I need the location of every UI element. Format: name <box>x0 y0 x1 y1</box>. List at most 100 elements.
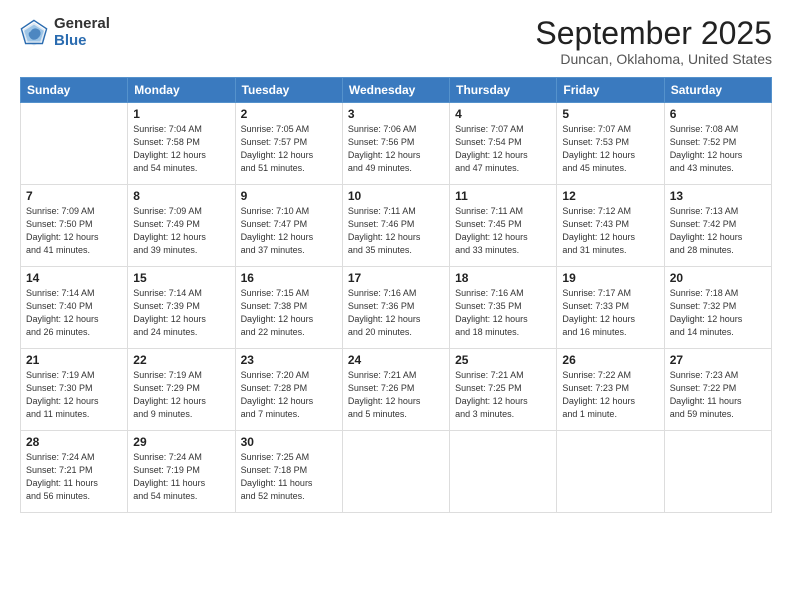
day-number: 4 <box>455 107 551 121</box>
day-info: Sunrise: 7:09 AM Sunset: 7:49 PM Dayligh… <box>133 205 229 257</box>
day-number: 11 <box>455 189 551 203</box>
day-number: 12 <box>562 189 658 203</box>
day-number: 13 <box>670 189 766 203</box>
col-tuesday: Tuesday <box>235 78 342 103</box>
logo-text: General Blue <box>54 16 110 49</box>
week-row-3: 14 Sunrise: 7:14 AM Sunset: 7:40 PM Dayli… <box>21 267 772 349</box>
day-info: Sunrise: 7:04 AM Sunset: 7:58 PM Dayligh… <box>133 123 229 175</box>
day-info: Sunrise: 7:16 AM Sunset: 7:36 PM Dayligh… <box>348 287 444 339</box>
day-number: 5 <box>562 107 658 121</box>
location: Duncan, Oklahoma, United States <box>535 51 772 67</box>
calendar-cell-3-2: 23Sunrise: 7:20 AM Sunset: 7:28 PM Dayli… <box>235 349 342 431</box>
day-info: Sunrise: 7:12 AM Sunset: 7:43 PM Dayligh… <box>562 205 658 257</box>
logo: General Blue <box>20 16 110 49</box>
calendar-cell-1-1: 8 Sunrise: 7:09 AM Sunset: 7:49 PM Daylig… <box>128 185 235 267</box>
calendar-cell-1-4: 11 Sunrise: 7:11 AM Sunset: 7:45 PM Dayli… <box>450 185 557 267</box>
calendar-cell-4-3 <box>342 431 449 513</box>
logo-icon <box>20 19 48 47</box>
calendar-cell-1-3: 10Sunrise: 7:11 AM Sunset: 7:46 PM Dayli… <box>342 185 449 267</box>
calendar-cell-2-2: 16Sunrise: 7:15 AM Sunset: 7:38 PM Dayli… <box>235 267 342 349</box>
day-number: 15 <box>133 271 229 285</box>
day-number: 18 <box>455 271 551 285</box>
calendar-cell-0-1: 1 Sunrise: 7:04 AM Sunset: 7:58 PM Daylig… <box>128 103 235 185</box>
calendar-cell-1-2: 9Sunrise: 7:10 AM Sunset: 7:47 PM Daylig… <box>235 185 342 267</box>
day-info: Sunrise: 7:18 AM Sunset: 7:32 PM Dayligh… <box>670 287 766 339</box>
calendar-cell-3-4: 25 Sunrise: 7:21 AM Sunset: 7:25 PM Dayli… <box>450 349 557 431</box>
calendar-cell-3-6: 27 Sunrise: 7:23 AM Sunset: 7:22 PM Dayli… <box>664 349 771 431</box>
calendar-cell-1-5: 12 Sunrise: 7:12 AM Sunset: 7:43 PM Dayli… <box>557 185 664 267</box>
calendar-cell-2-6: 20 Sunrise: 7:18 AM Sunset: 7:32 PM Dayli… <box>664 267 771 349</box>
day-number: 8 <box>133 189 229 203</box>
day-number: 21 <box>26 353 122 367</box>
calendar-cell-1-6: 13 Sunrise: 7:13 AM Sunset: 7:42 PM Dayli… <box>664 185 771 267</box>
day-info: Sunrise: 7:19 AM Sunset: 7:30 PM Dayligh… <box>26 369 122 421</box>
day-info: Sunrise: 7:14 AM Sunset: 7:40 PM Dayligh… <box>26 287 122 339</box>
col-monday: Monday <box>128 78 235 103</box>
day-number: 20 <box>670 271 766 285</box>
calendar-table: Sunday Monday Tuesday Wednesday Thursday… <box>20 77 772 513</box>
day-number: 28 <box>26 435 122 449</box>
day-info: Sunrise: 7:13 AM Sunset: 7:42 PM Dayligh… <box>670 205 766 257</box>
calendar-cell-0-3: 3 Sunrise: 7:06 AM Sunset: 7:56 PM Daylig… <box>342 103 449 185</box>
week-row-1: 1 Sunrise: 7:04 AM Sunset: 7:58 PM Daylig… <box>21 103 772 185</box>
col-thursday: Thursday <box>450 78 557 103</box>
day-info: Sunrise: 7:25 AM Sunset: 7:18 PM Dayligh… <box>241 451 337 503</box>
day-number: 3 <box>348 107 444 121</box>
day-info: Sunrise: 7:17 AM Sunset: 7:33 PM Dayligh… <box>562 287 658 339</box>
calendar-cell-2-1: 15 Sunrise: 7:14 AM Sunset: 7:39 PM Dayli… <box>128 267 235 349</box>
day-number: 14 <box>26 271 122 285</box>
day-info: Sunrise: 7:07 AM Sunset: 7:54 PM Dayligh… <box>455 123 551 175</box>
day-info: Sunrise: 7:24 AM Sunset: 7:19 PM Dayligh… <box>133 451 229 503</box>
calendar-cell-3-0: 21 Sunrise: 7:19 AM Sunset: 7:30 PM Dayli… <box>21 349 128 431</box>
day-number: 25 <box>455 353 551 367</box>
day-number: 22 <box>133 353 229 367</box>
day-number: 26 <box>562 353 658 367</box>
day-number: 24 <box>348 353 444 367</box>
header: General Blue September 2025 Duncan, Okla… <box>20 16 772 67</box>
day-info: Sunrise: 7:23 AM Sunset: 7:22 PM Dayligh… <box>670 369 766 421</box>
calendar-cell-4-1: 29 Sunrise: 7:24 AM Sunset: 7:19 PM Dayli… <box>128 431 235 513</box>
calendar-cell-3-5: 26 Sunrise: 7:22 AM Sunset: 7:23 PM Dayli… <box>557 349 664 431</box>
month-title: September 2025 <box>535 16 772 51</box>
day-number: 27 <box>670 353 766 367</box>
calendar-cell-4-4 <box>450 431 557 513</box>
calendar-cell-0-2: 2 Sunrise: 7:05 AM Sunset: 7:57 PM Daylig… <box>235 103 342 185</box>
col-sunday: Sunday <box>21 78 128 103</box>
calendar-cell-4-2: 30 Sunrise: 7:25 AM Sunset: 7:18 PM Dayli… <box>235 431 342 513</box>
calendar-cell-4-5 <box>557 431 664 513</box>
day-info: Sunrise: 7:11 AM Sunset: 7:45 PM Dayligh… <box>455 205 551 257</box>
calendar-header-row: Sunday Monday Tuesday Wednesday Thursday… <box>21 78 772 103</box>
week-row-4: 21 Sunrise: 7:19 AM Sunset: 7:30 PM Dayli… <box>21 349 772 431</box>
day-info: Sunrise: 7:05 AM Sunset: 7:57 PM Dayligh… <box>241 123 337 175</box>
day-number: 29 <box>133 435 229 449</box>
day-number: 2 <box>241 107 337 121</box>
day-number: 7 <box>26 189 122 203</box>
day-number: 6 <box>670 107 766 121</box>
day-number: 19 <box>562 271 658 285</box>
calendar-cell-4-6 <box>664 431 771 513</box>
week-row-2: 7 Sunrise: 7:09 AM Sunset: 7:50 PM Daylig… <box>21 185 772 267</box>
day-number: 1 <box>133 107 229 121</box>
day-info: Sunrise: 7:06 AM Sunset: 7:56 PM Dayligh… <box>348 123 444 175</box>
title-area: September 2025 Duncan, Oklahoma, United … <box>535 16 772 67</box>
calendar-cell-3-3: 24 Sunrise: 7:21 AM Sunset: 7:26 PM Dayli… <box>342 349 449 431</box>
day-info: Sunrise: 7:16 AM Sunset: 7:35 PM Dayligh… <box>455 287 551 339</box>
col-saturday: Saturday <box>664 78 771 103</box>
day-info: Sunrise: 7:14 AM Sunset: 7:39 PM Dayligh… <box>133 287 229 339</box>
day-info: Sunrise: 7:21 AM Sunset: 7:25 PM Dayligh… <box>455 369 551 421</box>
calendar-cell-2-0: 14 Sunrise: 7:14 AM Sunset: 7:40 PM Dayli… <box>21 267 128 349</box>
calendar-cell-0-4: 4 Sunrise: 7:07 AM Sunset: 7:54 PM Daylig… <box>450 103 557 185</box>
day-info: Sunrise: 7:08 AM Sunset: 7:52 PM Dayligh… <box>670 123 766 175</box>
day-number: 9 <box>241 189 337 203</box>
day-info: Sunrise: 7:09 AM Sunset: 7:50 PM Dayligh… <box>26 205 122 257</box>
day-number: 10 <box>348 189 444 203</box>
day-info: Sunrise: 7:21 AM Sunset: 7:26 PM Dayligh… <box>348 369 444 421</box>
calendar-cell-2-4: 18 Sunrise: 7:16 AM Sunset: 7:35 PM Dayli… <box>450 267 557 349</box>
calendar-page: General Blue September 2025 Duncan, Okla… <box>0 0 792 612</box>
day-number: 30 <box>241 435 337 449</box>
calendar-cell-0-0 <box>21 103 128 185</box>
day-info: Sunrise: 7:07 AM Sunset: 7:53 PM Dayligh… <box>562 123 658 175</box>
calendar-cell-4-0: 28Sunrise: 7:24 AM Sunset: 7:21 PM Dayli… <box>21 431 128 513</box>
day-info: Sunrise: 7:22 AM Sunset: 7:23 PM Dayligh… <box>562 369 658 421</box>
calendar-cell-2-5: 19 Sunrise: 7:17 AM Sunset: 7:33 PM Dayli… <box>557 267 664 349</box>
